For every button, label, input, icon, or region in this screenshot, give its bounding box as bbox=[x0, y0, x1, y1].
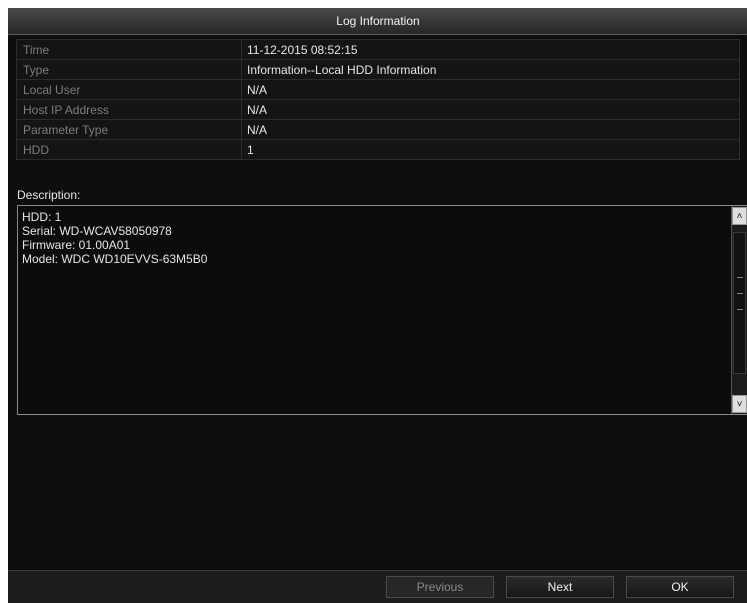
previous-button[interactable]: Previous bbox=[386, 576, 494, 598]
description-line: Firmware: 01.00A01 bbox=[22, 238, 131, 252]
host-ip-label: Host IP Address bbox=[16, 99, 242, 120]
thumb-grip-line bbox=[737, 277, 743, 278]
chevron-up-icon[interactable]: ˄ bbox=[732, 207, 747, 225]
parameter-type-value: N/A bbox=[241, 119, 740, 140]
description-line: HDD: 1 bbox=[22, 210, 62, 224]
table-row-host-ip: Host IP Address N/A bbox=[16, 99, 740, 120]
chevron-down-icon[interactable]: ˅ bbox=[732, 395, 747, 413]
next-button[interactable]: Next bbox=[506, 576, 614, 598]
description-textarea[interactable]: HDD: 1 Serial: WD-WCAV58050978 Firmware:… bbox=[17, 205, 747, 415]
local-user-value: N/A bbox=[241, 79, 740, 100]
thumb-grip-line bbox=[737, 309, 743, 310]
scroll-thumb[interactable] bbox=[733, 232, 746, 374]
parameter-type-label: Parameter Type bbox=[16, 119, 242, 140]
table-row-parameter-type: Parameter Type N/A bbox=[16, 119, 740, 140]
description-label: Description: bbox=[17, 188, 81, 202]
ok-button[interactable]: OK bbox=[626, 576, 734, 598]
description-content: HDD: 1 Serial: WD-WCAV58050978 Firmware:… bbox=[22, 210, 722, 266]
table-row-time: Time 11-12-2015 08:52:15 bbox=[16, 39, 740, 60]
log-information-dialog: Log Information Time 11-12-2015 08:52:15… bbox=[8, 8, 747, 603]
description-line: Model: WDC WD10EVVS-63M5B0 bbox=[22, 252, 208, 266]
description-line: Serial: WD-WCAV58050978 bbox=[22, 224, 172, 238]
type-label: Type bbox=[16, 59, 242, 80]
log-details-table: Time 11-12-2015 08:52:15 Type Informatio… bbox=[16, 39, 740, 160]
time-value: 11-12-2015 08:52:15 bbox=[241, 39, 740, 60]
hdd-label: HDD bbox=[16, 139, 242, 160]
host-ip-value: N/A bbox=[241, 99, 740, 120]
type-value: Information--Local HDD Information bbox=[241, 59, 740, 80]
table-row-hdd: HDD 1 bbox=[16, 139, 740, 160]
hdd-value: 1 bbox=[241, 139, 740, 160]
description-scrollbar[interactable]: ˄ ˅ bbox=[731, 206, 747, 414]
table-row-type: Type Information--Local HDD Information bbox=[16, 59, 740, 80]
table-row-local-user: Local User N/A bbox=[16, 79, 740, 100]
time-label: Time bbox=[16, 39, 242, 60]
dialog-title: Log Information bbox=[8, 8, 747, 35]
dialog-footer: Previous Next OK bbox=[8, 570, 747, 603]
thumb-grip-line bbox=[737, 293, 743, 294]
local-user-label: Local User bbox=[16, 79, 242, 100]
